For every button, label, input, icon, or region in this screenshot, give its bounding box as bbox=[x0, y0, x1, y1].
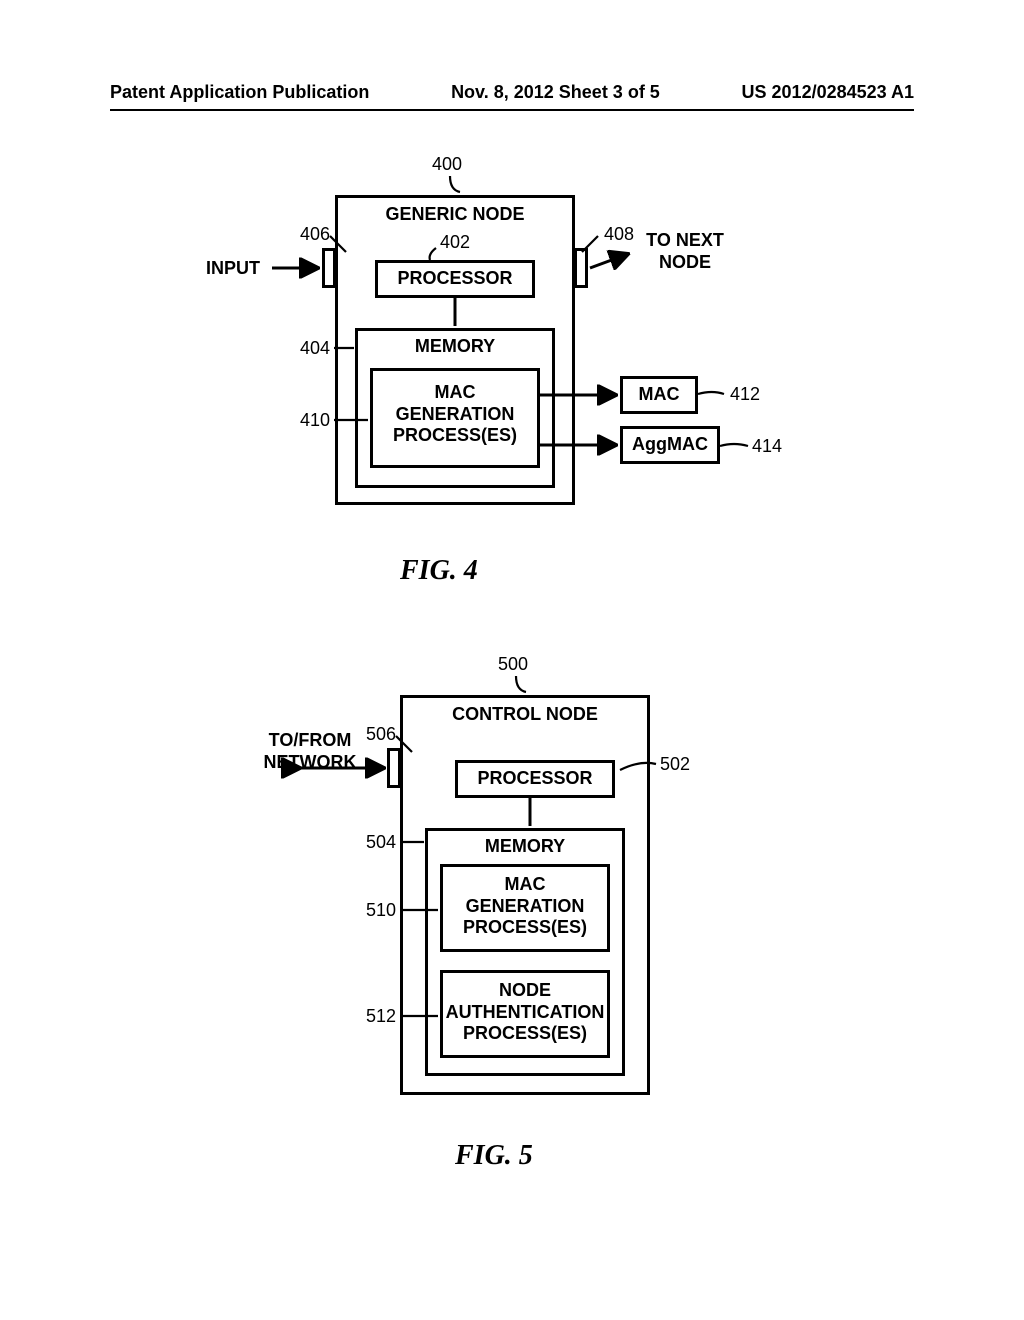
fig4-input-label: INPUT bbox=[198, 258, 268, 280]
fig4-ref-404: 404 bbox=[300, 338, 330, 359]
fig4-ref-410: 410 bbox=[300, 410, 330, 431]
fig5-ref-502: 502 bbox=[660, 754, 690, 775]
header-right: US 2012/0284523 A1 bbox=[742, 82, 914, 103]
fig5-nodeauth: NODE AUTHENTICATION PROCESS(ES) bbox=[440, 980, 610, 1045]
fig5-memory: MEMORY bbox=[425, 836, 625, 858]
fig5-macgen: MAC GENERATION PROCESS(ES) bbox=[440, 874, 610, 939]
fig4-ref-402: 402 bbox=[440, 232, 470, 253]
fig4-ref-408: 408 bbox=[604, 224, 634, 245]
fig5-ref-512: 512 bbox=[366, 1006, 396, 1027]
fig4-memory: MEMORY bbox=[355, 336, 555, 358]
fig5-caption: FIG. 5 bbox=[455, 1140, 533, 1172]
fig4-tonext-label: TO NEXT NODE bbox=[630, 230, 740, 273]
fig4-macgen: MAC GENERATION PROCESS(ES) bbox=[370, 382, 540, 447]
fig4-aggmac: AggMAC bbox=[620, 434, 720, 456]
fig5-ref-504: 504 bbox=[366, 832, 396, 853]
fig4-title: GENERIC NODE bbox=[335, 204, 575, 226]
fig4-ref-400: 400 bbox=[432, 154, 462, 175]
fig5-title: CONTROL NODE bbox=[400, 704, 650, 726]
fig4-ref-412: 412 bbox=[730, 384, 760, 405]
fig5-ref-510: 510 bbox=[366, 900, 396, 921]
fig5-port bbox=[387, 748, 401, 788]
fig4-mac: MAC bbox=[620, 384, 698, 406]
fig5-ref-506: 506 bbox=[366, 724, 396, 745]
page-header: Patent Application Publication Nov. 8, 2… bbox=[110, 82, 914, 111]
fig4-output-port bbox=[574, 248, 588, 288]
header-mid: Nov. 8, 2012 Sheet 3 of 5 bbox=[451, 82, 660, 103]
fig5-tofrom-label: TO/FROM NETWORK bbox=[250, 730, 370, 773]
fig5-ref-500: 500 bbox=[498, 654, 528, 675]
fig4-input-port bbox=[322, 248, 336, 288]
fig4-caption: FIG. 4 bbox=[400, 555, 478, 587]
figure-canvas: GENERIC NODE PROCESSOR MEMORY MAC GENERA… bbox=[0, 140, 1024, 1320]
fig4-ref-414: 414 bbox=[752, 436, 782, 457]
fig4-processor: PROCESSOR bbox=[375, 268, 535, 290]
header-left: Patent Application Publication bbox=[110, 82, 369, 103]
fig4-ref-406: 406 bbox=[300, 224, 330, 245]
fig5-processor: PROCESSOR bbox=[455, 768, 615, 790]
